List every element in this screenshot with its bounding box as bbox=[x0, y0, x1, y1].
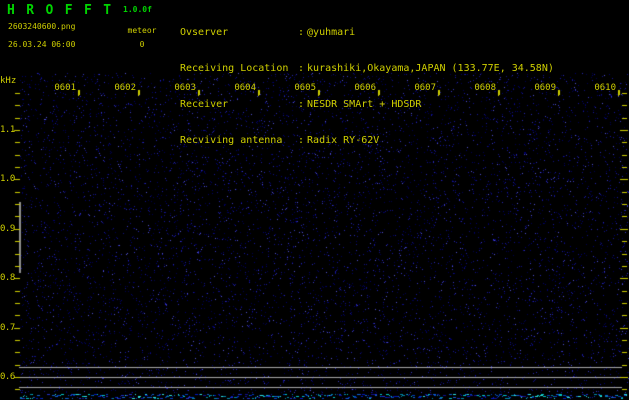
app-version: 1.0.0f bbox=[123, 5, 152, 14]
x-tick-label: 0603 bbox=[174, 83, 196, 93]
y-tick-label: 1.0 bbox=[0, 174, 15, 185]
x-tick-label: 0601 bbox=[54, 83, 76, 93]
x-tick-label: 0602 bbox=[114, 83, 136, 93]
info-value: kurashiki,Okayama,JAPAN (133.77E, 34.58N… bbox=[307, 63, 554, 74]
x-tick-label: 0606 bbox=[354, 83, 376, 93]
info-value: Radix RY-62V bbox=[307, 135, 380, 146]
y-tick-label: 0.6 bbox=[0, 372, 15, 382]
y-axis-unit: kHz bbox=[0, 76, 17, 86]
x-tick-label: 0610 bbox=[594, 83, 616, 93]
info-label: Recviving antenna bbox=[180, 135, 283, 146]
output-filename: 2603240600.png bbox=[8, 22, 76, 31]
info-label: Ovserver bbox=[180, 27, 229, 38]
x-tick-label: 0605 bbox=[294, 83, 316, 93]
hrofft-screen: H R O F F T 1.0.0f 2603240600.png 26.03.… bbox=[0, 0, 629, 400]
y-tick-label: 0.8 bbox=[0, 273, 15, 284]
x-tick-label: 0607 bbox=[414, 83, 436, 93]
meteor-count-value: 0 bbox=[139, 40, 145, 49]
info-row-location: Receiving Location: kurashiki,Okayama,JAP… bbox=[180, 63, 554, 75]
info-separator: : bbox=[298, 63, 305, 74]
meteor-count-label: meteor bbox=[127, 26, 157, 35]
info-value: NESDR SMArt + HDSDR bbox=[307, 99, 422, 110]
info-separator: : bbox=[298, 99, 305, 110]
info-row-receiver: Receiver: NESDR SMArt + HDSDR bbox=[180, 99, 554, 111]
info-row-antenna: Recviving antenna: Radix RY-62V bbox=[180, 135, 554, 147]
x-tick-label: 0609 bbox=[534, 83, 556, 93]
y-tick-label: 0.7 bbox=[0, 322, 15, 333]
info-value: @yuhmari bbox=[307, 27, 356, 38]
info-row-observer: Ovserver: @yuhmari bbox=[180, 27, 554, 39]
info-label: Receiver bbox=[180, 99, 229, 110]
x-tick-label: 0608 bbox=[474, 83, 496, 93]
app-title: H R O F F T bbox=[7, 3, 113, 18]
observation-datetime: 26.03.24 06:00 bbox=[8, 40, 76, 49]
info-separator: : bbox=[298, 135, 305, 146]
info-separator: : bbox=[298, 27, 305, 38]
y-tick-label: 0.9 bbox=[0, 223, 15, 234]
x-tick-label: 0604 bbox=[234, 83, 256, 93]
y-tick-label: 1.1 bbox=[0, 125, 15, 135]
info-label: Receiving Location bbox=[180, 63, 289, 74]
